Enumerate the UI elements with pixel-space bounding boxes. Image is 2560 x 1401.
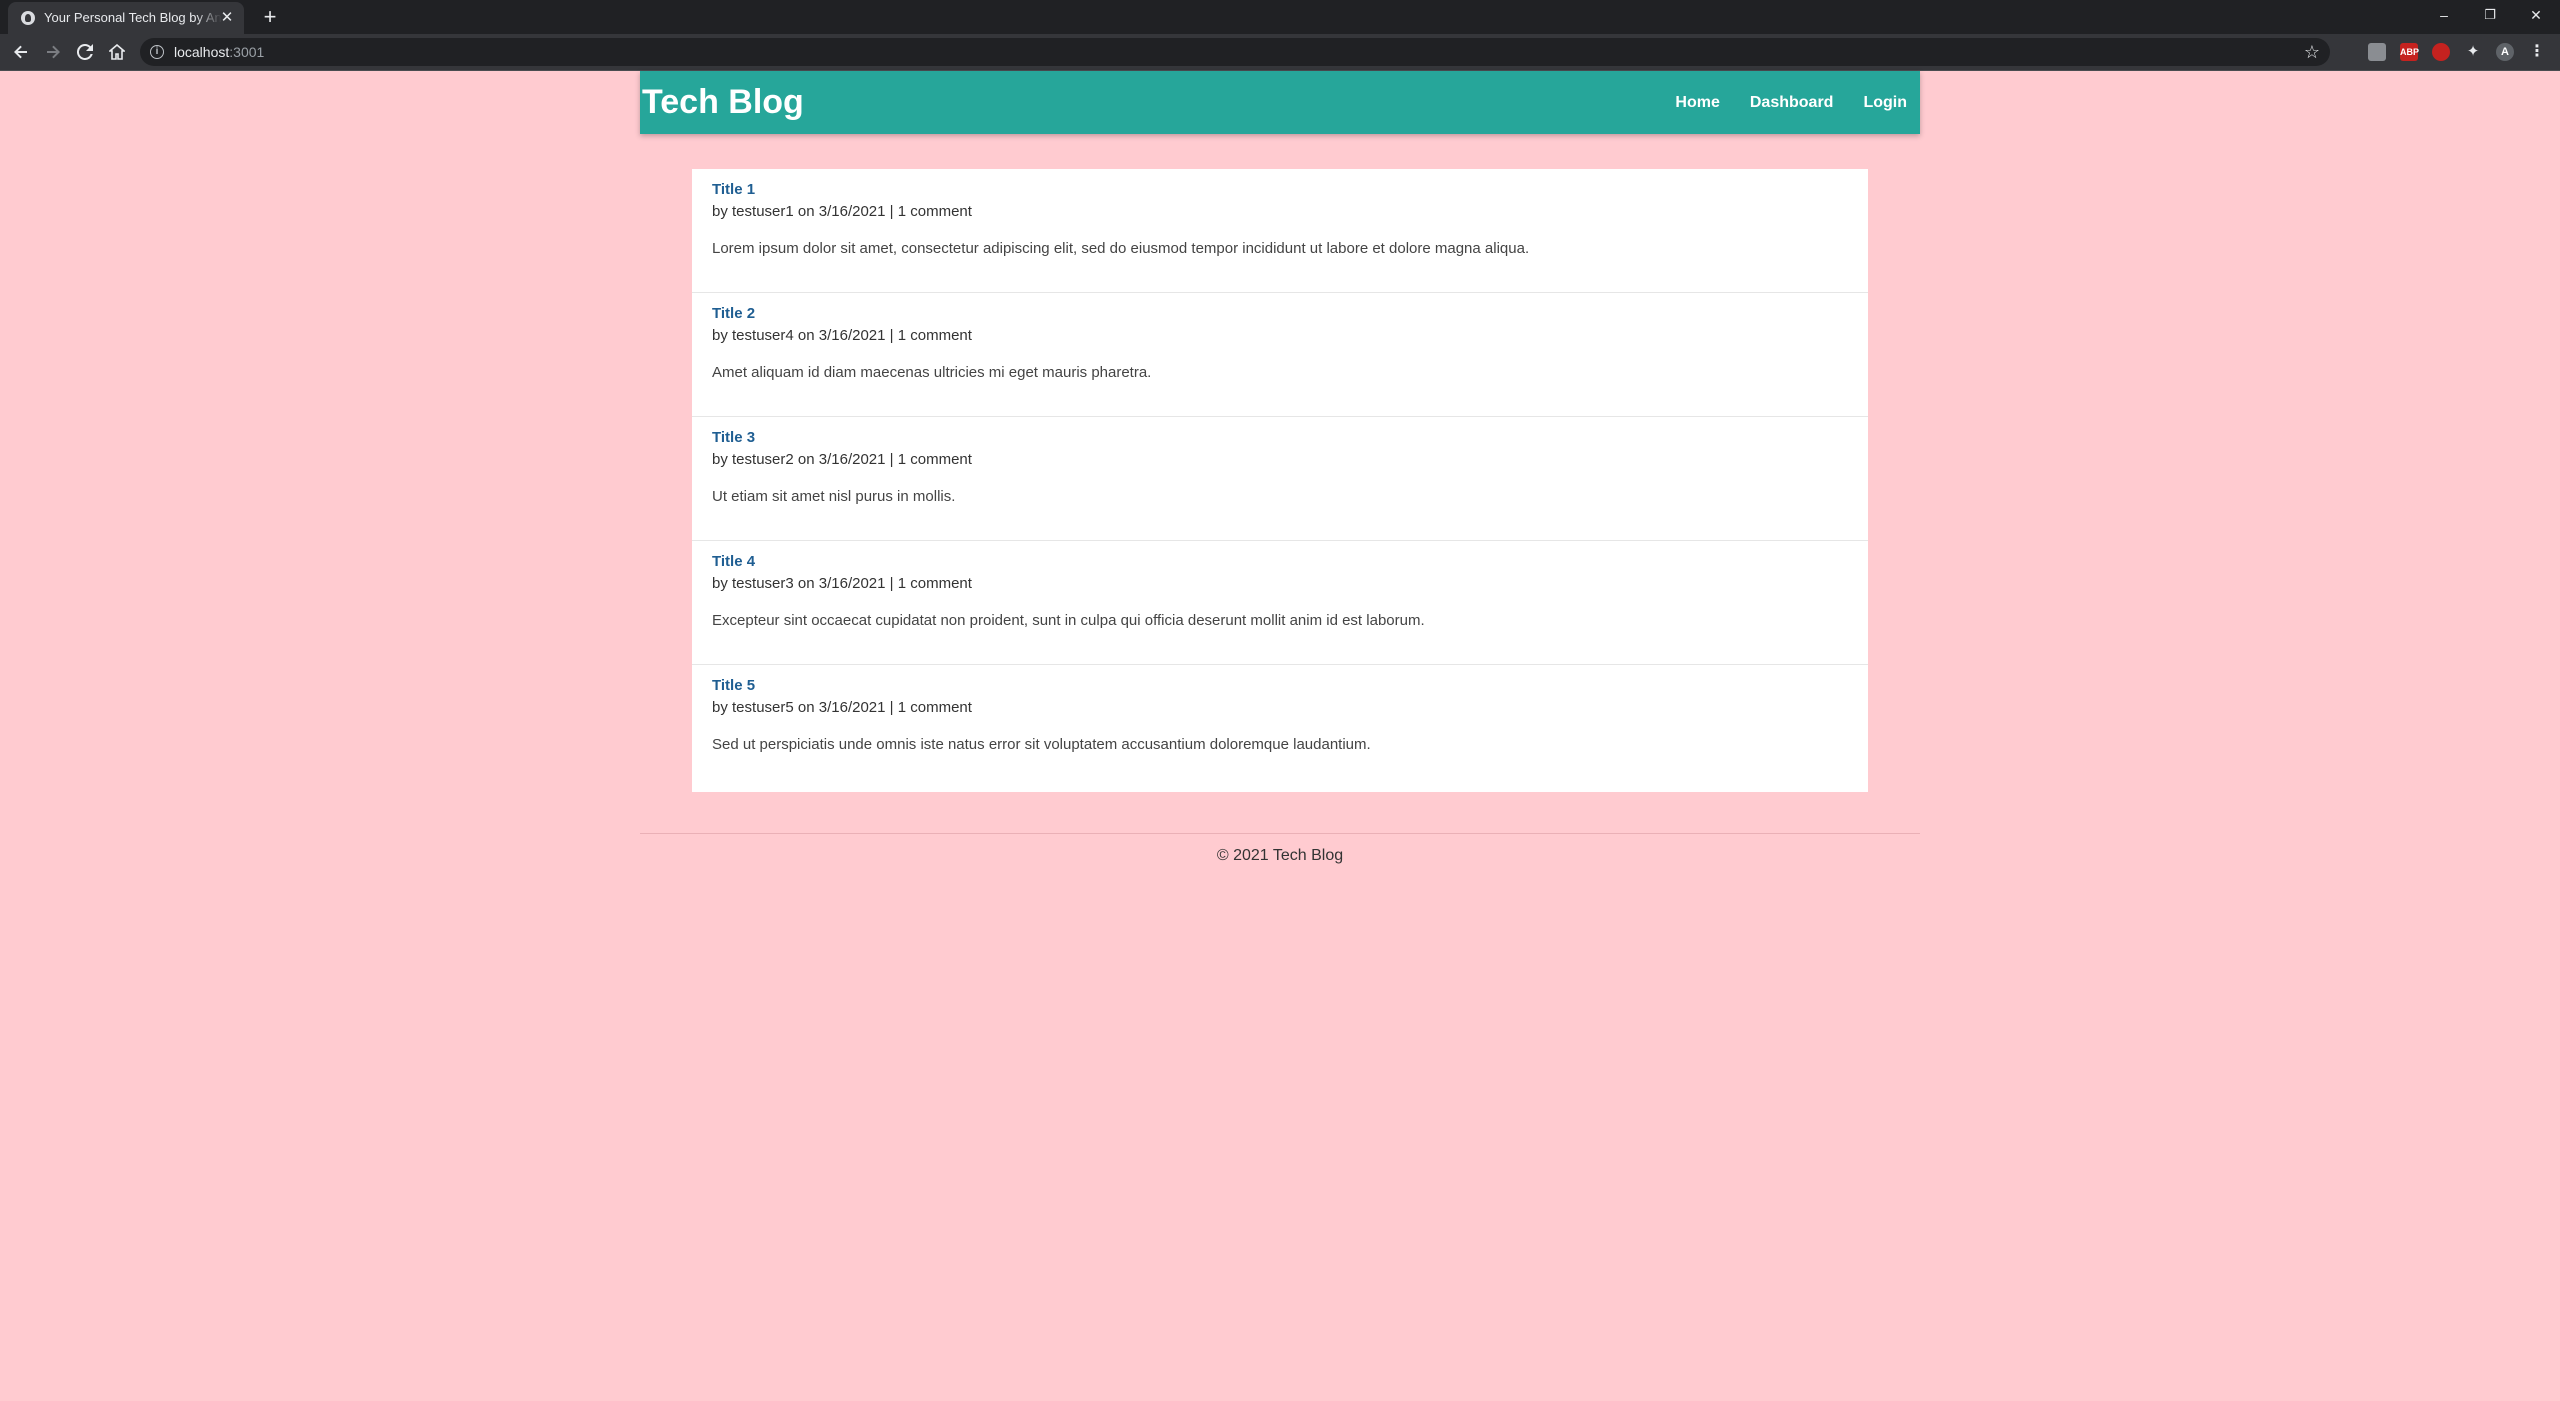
reload-icon[interactable] [72,39,98,65]
profile-avatar[interactable]: A [2496,43,2514,61]
back-icon[interactable] [8,39,34,65]
url-text: localhost:3001 [174,44,265,60]
ext-gray-icon[interactable] [2368,43,2386,61]
post-body: Sed ut perspiciatis unde omnis iste natu… [712,736,1371,753]
info-icon[interactable]: i [150,45,164,59]
address-bar[interactable]: i localhost:3001 ☆ [140,38,2330,66]
footer-divider [640,833,1920,834]
post-comments-link[interactable]: 1 comment [898,699,972,716]
nav-home-link[interactable]: Home [1675,94,1719,112]
post-item: Title 2 by testuser4 on 3/16/2021 | 1 co… [692,293,1868,417]
post-meta: by testuser4 on 3/16/2021 | 1 comment [712,327,972,344]
post-list: Title 1 by testuser1 on 3/16/2021 | 1 co… [692,169,1868,792]
post-author: testuser5 [732,699,794,716]
menu-kebab-icon[interactable]: ⋮ [2528,43,2546,61]
nav-dashboard-link[interactable]: Dashboard [1750,94,1834,112]
main-nav: Home Dashboard Login [1660,71,1920,134]
post-author: testuser4 [732,327,794,344]
site-logo[interactable]: Tech Blog [642,83,804,122]
post-author: testuser2 [732,451,794,468]
adblock-icon[interactable]: ABP [2400,43,2419,61]
browser-toolbar: i localhost:3001 ☆ ABP ✦ A ⋮ [0,34,2560,71]
forward-icon[interactable] [40,39,66,65]
site-header: Tech Blog Home Dashboard Login [640,71,1920,134]
post-date: 3/16/2021 [818,699,886,716]
globe-icon [21,11,35,25]
post-date: 3/16/2021 [818,575,886,592]
puzzle-icon[interactable]: ✦ [2464,43,2482,61]
ext-red-icon[interactable] [2432,43,2450,61]
site-footer: © 2021 Tech Blog [1216,847,1344,864]
post-title-link[interactable]: Title 3 [712,429,1848,447]
close-tab-icon[interactable]: ✕ [218,9,236,27]
post-author: testuser3 [732,575,794,592]
post-meta: by testuser2 on 3/16/2021 | 1 comment [712,451,972,468]
page: Tech Blog Home Dashboard Login Title 1 b… [0,71,2560,1401]
post-author: testuser1 [732,203,794,220]
post-item: Title 4 by testuser3 on 3/16/2021 | 1 co… [692,541,1868,665]
home-icon[interactable] [104,39,130,65]
post-body: Excepteur sint occaecat cupidatat non pr… [712,612,1425,629]
post-body: Lorem ipsum dolor sit amet, consectetur … [712,240,1530,257]
post-title-link[interactable]: Title 2 [712,305,1848,323]
post-title-link[interactable]: Title 5 [712,677,1848,695]
post-comments-link[interactable]: 1 comment [898,451,972,468]
post-title-link[interactable]: Title 1 [712,181,1848,199]
post-body: Ut etiam sit amet nisl purus in mollis. [712,488,956,505]
post-date: 3/16/2021 [818,451,886,468]
minimize-button[interactable]: – [2424,2,2464,28]
post-item: Title 1 by testuser1 on 3/16/2021 | 1 co… [692,169,1868,293]
new-tab-button[interactable]: + [258,5,282,29]
bookmark-star-icon[interactable]: ☆ [2304,41,2320,63]
post-comments-link[interactable]: 1 comment [898,327,972,344]
restore-button[interactable]: ❐ [2470,2,2510,28]
post-date: 3/16/2021 [818,203,886,220]
close-window-button[interactable]: ✕ [2516,2,2556,28]
post-meta: by testuser1 on 3/16/2021 | 1 comment [712,203,972,220]
browser-tab-bar: Your Personal Tech Blog by Andr ✕ + – ❐ … [0,0,2560,34]
post-comments-link[interactable]: 1 comment [898,203,972,220]
nav-login-link[interactable]: Login [1863,94,1907,112]
post-meta: by testuser5 on 3/16/2021 | 1 comment [712,699,972,716]
tab-title: Your Personal Tech Blog by Andr [44,10,222,25]
post-body: Amet aliquam id diam maecenas ultricies … [712,364,1152,381]
post-meta: by testuser3 on 3/16/2021 | 1 comment [712,575,972,592]
post-date: 3/16/2021 [818,327,886,344]
post-title-link[interactable]: Title 4 [712,553,1848,571]
browser-tab[interactable]: Your Personal Tech Blog by Andr ✕ [8,2,244,34]
post-item: Title 5 by testuser5 on 3/16/2021 | 1 co… [692,665,1868,789]
post-comments-link[interactable]: 1 comment [898,575,972,592]
post-item: Title 3 by testuser2 on 3/16/2021 | 1 co… [692,417,1868,541]
